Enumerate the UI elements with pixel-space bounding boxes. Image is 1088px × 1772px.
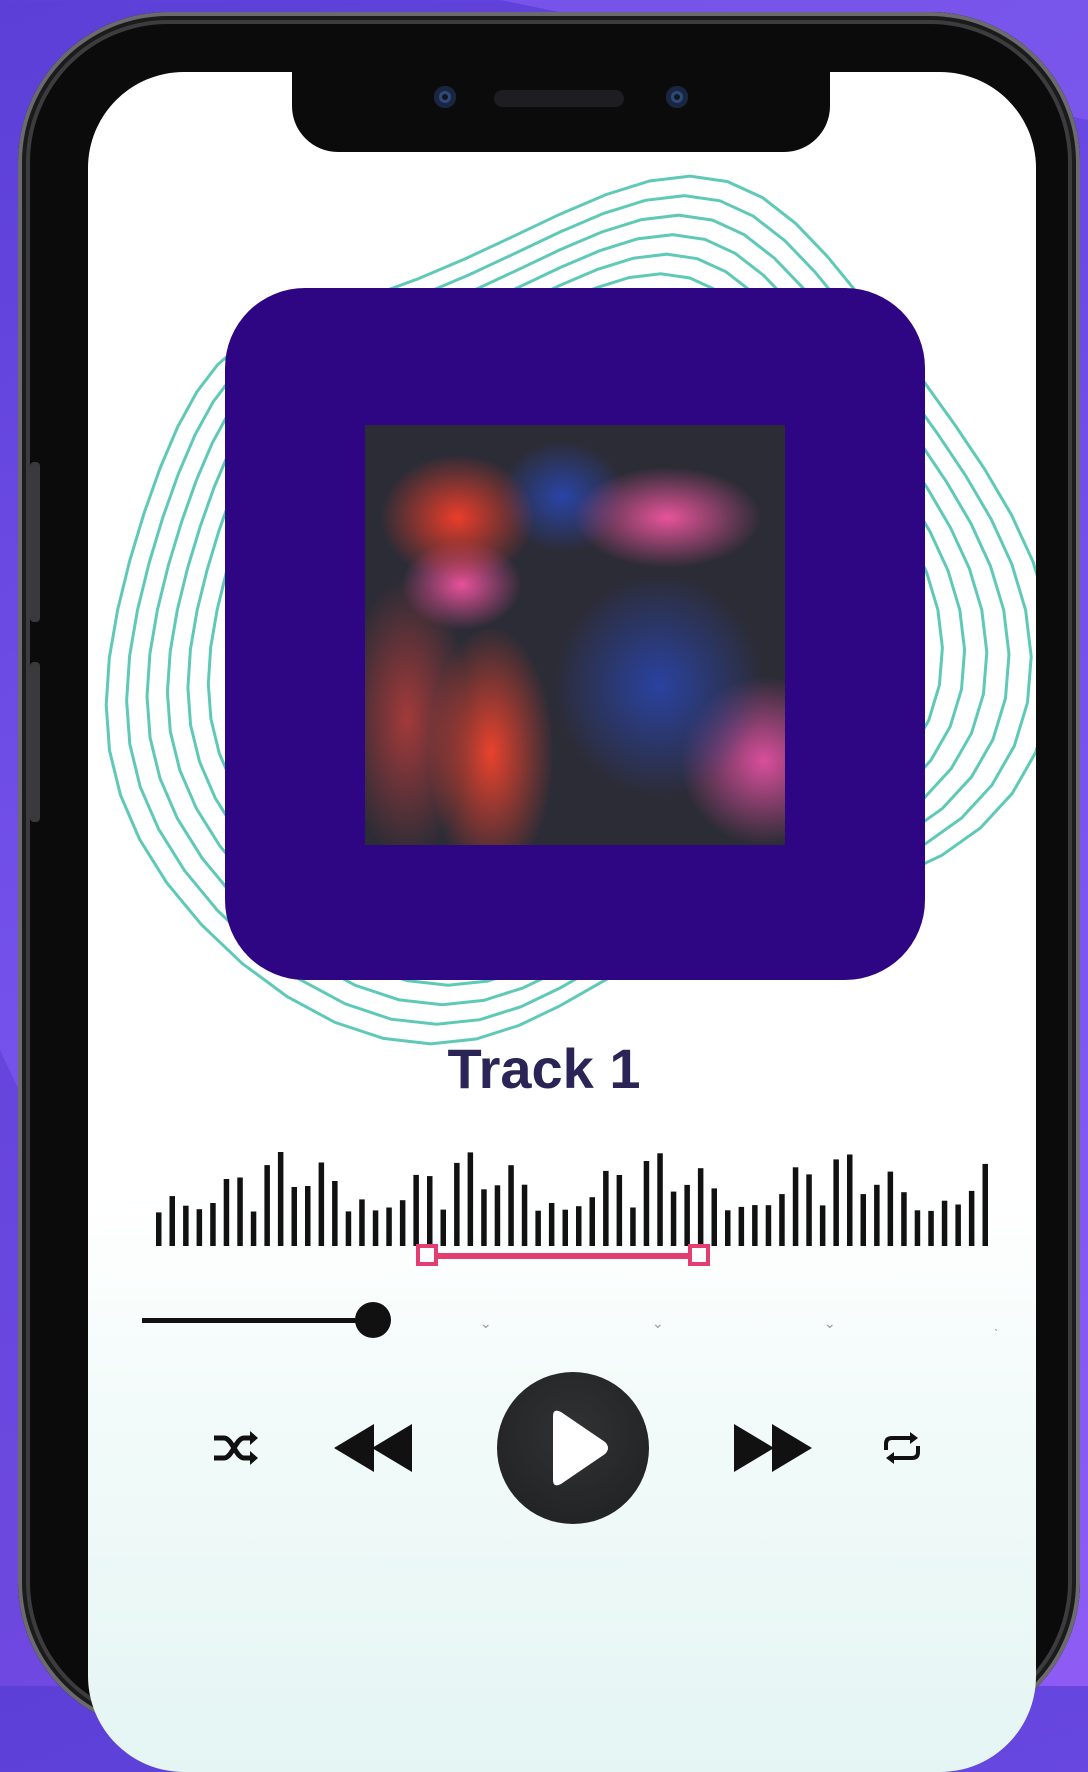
fast-forward-icon[interactable]	[732, 1420, 816, 1476]
selection-range-bar[interactable]	[420, 1253, 700, 1259]
waveform-bar	[779, 1194, 785, 1246]
progress-tick-4: ˎ	[994, 1315, 999, 1331]
progress-tick-2: ⌄	[652, 1315, 664, 1331]
waveform-bar	[196, 1209, 203, 1246]
track-title: Track 1	[447, 1037, 641, 1100]
waveform-bar	[765, 1205, 772, 1246]
waveform-bar	[752, 1205, 758, 1246]
waveform-bar	[345, 1211, 352, 1246]
front-camera	[434, 86, 456, 108]
waveform-bar	[657, 1153, 663, 1246]
progress-knob[interactable]	[355, 1302, 391, 1338]
waveform-bar	[982, 1163, 988, 1246]
waveform-bar	[305, 1186, 311, 1246]
waveform-bar	[548, 1203, 555, 1246]
album-cover-image	[365, 425, 785, 845]
phone-notch	[292, 72, 830, 152]
waveform-bar	[521, 1184, 528, 1246]
waveform-bar	[941, 1200, 948, 1246]
waveform-bar	[413, 1174, 419, 1246]
volume-up-button	[30, 462, 40, 622]
waveform-bar	[697, 1168, 704, 1246]
waveform-bar	[372, 1210, 379, 1246]
waveform-bar	[169, 1196, 175, 1246]
waveform-bar	[494, 1185, 501, 1246]
earpiece-speaker	[494, 90, 624, 107]
waveform-bar	[901, 1192, 907, 1246]
waveform-bar	[277, 1152, 284, 1246]
waveform-bar	[359, 1199, 365, 1246]
waveform-bar	[250, 1211, 257, 1246]
waveform-bar	[589, 1197, 595, 1246]
waveform-bar	[427, 1176, 433, 1246]
waveform-bar	[860, 1194, 866, 1246]
waveform-bar	[156, 1212, 162, 1246]
waveform-bar	[399, 1200, 406, 1246]
waveform-bar	[264, 1165, 270, 1246]
waveform-bar	[684, 1184, 690, 1246]
waveform-bar	[535, 1210, 541, 1246]
shuffle-icon[interactable]	[212, 1428, 262, 1468]
waveform-bar	[806, 1174, 812, 1246]
waveform[interactable]	[154, 1150, 994, 1250]
waveform-bar	[386, 1207, 392, 1246]
front-sensor	[666, 86, 688, 108]
waveform-bar	[643, 1161, 650, 1246]
waveform-bar	[467, 1152, 474, 1246]
repeat-icon[interactable]	[880, 1428, 924, 1468]
waveform-bar	[223, 1179, 230, 1246]
waveform-bar	[955, 1204, 961, 1246]
waveform-bar	[332, 1181, 338, 1246]
waveform-bar	[440, 1209, 446, 1246]
waveform-bar	[914, 1210, 921, 1246]
selection-start-handle[interactable]	[416, 1244, 438, 1266]
selection-end-handle[interactable]	[688, 1244, 710, 1266]
waveform-bar	[630, 1207, 636, 1246]
waveform-bar	[562, 1209, 568, 1246]
waveform-bar	[711, 1188, 717, 1246]
waveform-bar	[603, 1170, 609, 1246]
play-button[interactable]	[497, 1372, 649, 1524]
waveform-bar	[291, 1187, 297, 1246]
waveform-bar	[792, 1167, 799, 1246]
play-icon	[553, 1410, 608, 1486]
waveform-bar	[481, 1189, 487, 1246]
waveform-bar	[454, 1162, 460, 1246]
waveform-bar	[508, 1165, 514, 1246]
waveform-bar	[616, 1175, 623, 1246]
waveform-bar	[819, 1205, 826, 1246]
waveform-bar	[833, 1159, 839, 1246]
waveform-bar	[576, 1206, 582, 1246]
waveform-bar	[183, 1205, 189, 1246]
waveform-bar	[928, 1210, 934, 1246]
waveform-bar	[887, 1171, 894, 1246]
waveform-bar	[725, 1210, 731, 1246]
waveform-bar	[237, 1177, 243, 1246]
waveform-bar	[874, 1184, 880, 1246]
rewind-icon[interactable]	[332, 1420, 416, 1476]
waveform-bar	[738, 1206, 745, 1246]
volume-down-button	[30, 662, 40, 822]
waveform-bar	[210, 1203, 216, 1246]
waveform-bar	[968, 1190, 975, 1246]
progress-tick-3: ⌄	[824, 1315, 836, 1331]
waveform-bar	[318, 1162, 325, 1246]
progress-track[interactable]	[142, 1318, 372, 1323]
progress-tick-1: ⌄	[480, 1315, 492, 1331]
waveform-bar	[847, 1154, 853, 1246]
waveform-bar	[670, 1191, 677, 1246]
